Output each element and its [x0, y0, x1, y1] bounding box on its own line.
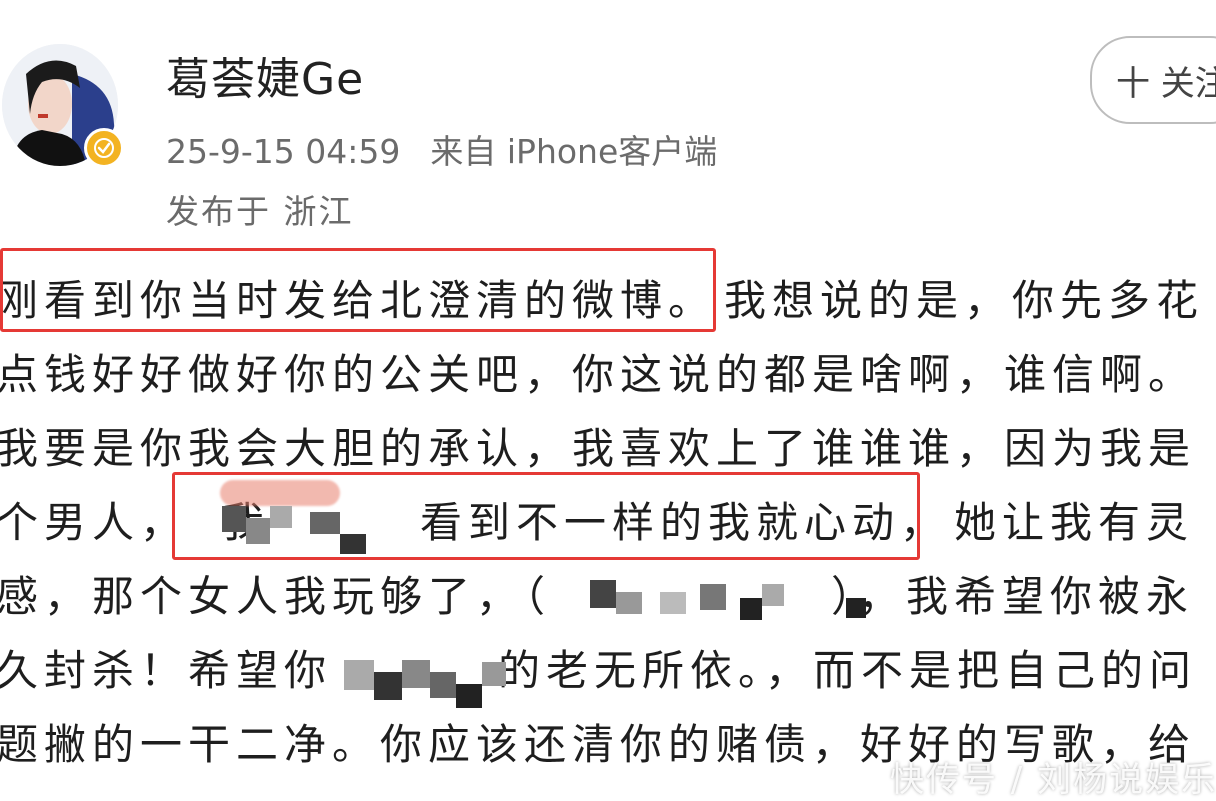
follow-button[interactable]: 十 关注: [1090, 36, 1216, 124]
post-line-6: 久封杀！希望你 的老无所依。，而不是把自己的问: [0, 634, 1197, 708]
post-timestamp: 25-9-15 04:59: [166, 132, 401, 171]
redaction-mosaic-2: [590, 580, 616, 608]
follow-button-label: 十 关注: [1116, 63, 1216, 104]
redaction-mosaic-3: [344, 660, 374, 690]
post-location: 发布于 浙江: [166, 192, 354, 231]
line-5-prefix: 感，那个女人我玩够了，（: [0, 572, 552, 621]
line-4-prefix: 个男人，: [0, 498, 189, 547]
post-source: 来自 iPhone客户端: [430, 132, 718, 171]
post-line-2: 点钱好好做好你的公关吧，你这说的都是啥啊，谁信啊。: [0, 350, 1197, 399]
watermark-text: 快传号 / 刘杨说娱乐: [890, 760, 1216, 800]
highlight-box-1: [0, 248, 716, 332]
redaction-smear: [220, 480, 340, 506]
line-6-suffix: 的老无所依。，而不是把自己的问: [498, 646, 1198, 695]
line-5-suffix: ），我希望你被永: [831, 572, 1195, 621]
verified-badge-icon: [84, 128, 124, 168]
line-1-suffix: 我想说的是，你先多花: [724, 276, 1205, 325]
username[interactable]: 葛荟婕Ge: [166, 52, 364, 108]
line-6-prefix: 久封杀！希望你: [0, 646, 333, 695]
post-meta: 25-9-15 04:59 来自 iPhone客户端: [166, 130, 717, 174]
redaction-mosaic: [222, 506, 246, 532]
line-4-suffix: 她让我有灵: [954, 498, 1195, 547]
